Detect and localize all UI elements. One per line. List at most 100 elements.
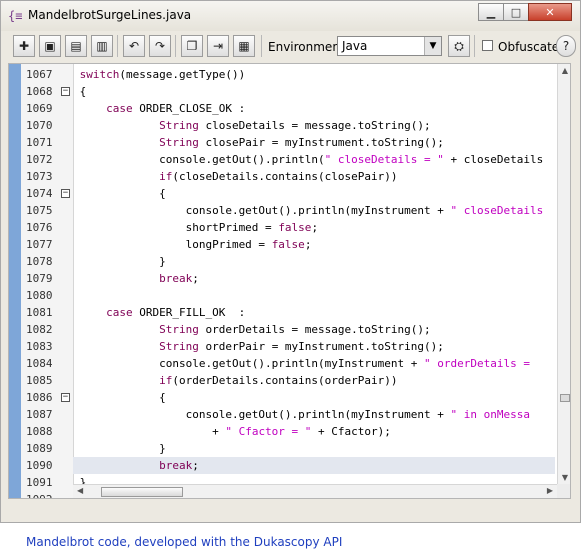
gutter-line: 1077	[21, 236, 73, 253]
obfuscate-label: Obfuscate	[498, 40, 560, 54]
line-number: 1078	[26, 255, 53, 268]
code-line[interactable]: String orderPair = myInstrument.toString…	[73, 338, 555, 355]
code-line[interactable]: {	[73, 185, 555, 202]
gutter-line: 1087	[21, 406, 73, 423]
code-line[interactable]: if(closeDetails.contains(closePair))	[73, 168, 555, 185]
code-line[interactable]: case ORDER_CLOSE_OK :	[73, 100, 555, 117]
code-line[interactable]: }	[73, 440, 555, 457]
code-line[interactable]: String closePair = myInstrument.toString…	[73, 134, 555, 151]
environment-label: Environment	[268, 40, 345, 54]
line-number: 1067	[26, 68, 53, 81]
maximize-button[interactable]: □	[503, 3, 529, 21]
code-line[interactable]: switch(message.getType())	[73, 66, 555, 83]
code-line[interactable]: if(orderDetails.contains(orderPair))	[73, 372, 555, 389]
code-line[interactable]: break;	[73, 457, 555, 474]
gutter-line: 1080	[21, 287, 73, 304]
editor-window: {≡ MandelbrotSurgeLines.java ▁ □ ✕ ✚ ▣ ▤…	[0, 0, 581, 523]
line-number: 1072	[26, 153, 53, 166]
editor-margin-strip	[9, 64, 21, 498]
line-number: 1069	[26, 102, 53, 115]
chevron-down-icon[interactable]: ▼	[424, 37, 441, 55]
close-button[interactable]: ✕	[528, 3, 572, 21]
code-line[interactable]: + " Cfactor = " + Cfactor);	[73, 423, 555, 440]
scroll-left-icon[interactable]: ◀	[77, 486, 83, 495]
line-number: 1075	[26, 204, 53, 217]
scroll-down-icon[interactable]: ▼	[560, 473, 570, 482]
line-number: 1090	[26, 459, 53, 472]
code-line[interactable]: console.getOut().println(myInstrument + …	[73, 202, 555, 219]
code-area[interactable]: switch(message.getType()) { case ORDER_C…	[73, 64, 555, 498]
toolbar-separator	[117, 35, 118, 57]
code-line[interactable]: {	[73, 83, 555, 100]
line-number: 1086	[26, 391, 53, 404]
fold-toggle-icon[interactable]: −	[61, 393, 70, 402]
scroll-right-icon[interactable]: ▶	[547, 486, 553, 495]
line-number: 1084	[26, 357, 53, 370]
debug-icon[interactable]: ⛭	[448, 35, 470, 57]
save-icon[interactable]: ▤	[65, 35, 87, 57]
gutter-line: 1084	[21, 355, 73, 372]
line-number: 1083	[26, 340, 53, 353]
vertical-scroll-thumb[interactable]	[560, 394, 570, 402]
import-icon[interactable]: ▦	[233, 35, 255, 57]
gutter-line: 1078	[21, 253, 73, 270]
copy-icon[interactable]: ❐	[181, 35, 203, 57]
redo-icon[interactable]: ↷	[149, 35, 171, 57]
gutter-line: 1083	[21, 338, 73, 355]
fold-toggle-icon[interactable]: −	[61, 87, 70, 96]
help-button[interactable]: ?	[556, 35, 576, 57]
code-line[interactable]: }	[73, 253, 555, 270]
save-as-icon[interactable]: ▥	[91, 35, 113, 57]
horizontal-scroll-thumb[interactable]	[101, 487, 183, 497]
code-line[interactable]: longPrimed = false;	[73, 236, 555, 253]
obfuscate-checkbox[interactable]	[482, 40, 493, 51]
line-number: 1074	[26, 187, 53, 200]
gutter-line: 1070	[21, 117, 73, 134]
line-number: 1071	[26, 136, 53, 149]
gutter-line: 1088	[21, 423, 73, 440]
code-line[interactable]: case ORDER_FILL_OK :	[73, 304, 555, 321]
toolbar: ✚ ▣ ▤ ▥ ↶ ↷ ❐ ⇥ ▦ Environment Java ▼ ⛭ O…	[7, 32, 576, 62]
line-number: 1081	[26, 306, 53, 319]
java-file-icon: {≡	[8, 9, 23, 23]
line-number: 1092	[26, 491, 53, 498]
environment-value: Java	[342, 39, 368, 53]
line-number: 1088	[26, 425, 53, 438]
code-line[interactable]: shortPrimed = false;	[73, 219, 555, 236]
gutter-line: 1091	[21, 474, 73, 491]
horizontal-scrollbar[interactable]: ◀ ▶	[73, 484, 557, 498]
window-controls: ▁ □ ✕	[478, 3, 572, 23]
code-line[interactable]	[73, 287, 555, 304]
code-line[interactable]: console.getOut().println(myInstrument + …	[73, 355, 555, 372]
code-line[interactable]: String orderDetails = message.toString()…	[73, 321, 555, 338]
fold-toggle-icon[interactable]: −	[61, 189, 70, 198]
line-number: 1079	[26, 272, 53, 285]
code-line[interactable]: console.getOut().println(myInstrument + …	[73, 406, 555, 423]
compile-icon[interactable]: ⇥	[207, 35, 229, 57]
line-number: 1076	[26, 221, 53, 234]
new-file-icon[interactable]: ✚	[13, 35, 35, 57]
line-number: 1080	[26, 289, 53, 302]
open-file-icon[interactable]: ▣	[39, 35, 61, 57]
code-line[interactable]: console.getOut().println(" closeDetails …	[73, 151, 555, 168]
code-editor[interactable]: 1067 1068−1069 1070 1071 1072 1073 1074−1075 10…	[8, 63, 571, 499]
minimize-button[interactable]: ▁	[478, 3, 504, 21]
gutter-line: 1073	[21, 168, 73, 185]
gutter-line: 1067	[21, 66, 73, 83]
code-line[interactable]: {	[73, 389, 555, 406]
code-line[interactable]: break;	[73, 270, 555, 287]
line-number: 1085	[26, 374, 53, 387]
environment-select[interactable]: Java ▼	[337, 36, 442, 56]
undo-icon[interactable]: ↶	[123, 35, 145, 57]
line-number: 1082	[26, 323, 53, 336]
vertical-scrollbar[interactable]: ▲ ▼	[557, 64, 570, 484]
gutter-line: 1092	[21, 491, 73, 498]
gutter-line: 1090	[21, 457, 73, 474]
code-line[interactable]: String closeDetails = message.toString()…	[73, 117, 555, 134]
title-bar[interactable]: {≡ MandelbrotSurgeLines.java ▁ □ ✕	[1, 1, 580, 31]
toolbar-separator	[175, 35, 176, 57]
gutter-line: 1076	[21, 219, 73, 236]
line-number: 1068	[26, 85, 53, 98]
scroll-up-icon[interactable]: ▲	[560, 66, 570, 75]
window-title: MandelbrotSurgeLines.java	[28, 8, 192, 22]
